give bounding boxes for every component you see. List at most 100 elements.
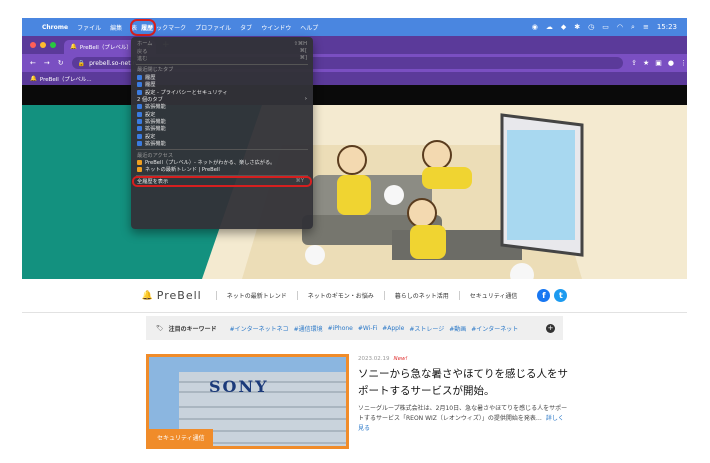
article-thumbnail[interactable]: SONY セキュリティ通信 — [146, 354, 349, 449]
site-logo[interactable]: 🔔 PreBell — [142, 289, 202, 302]
history-menu-item[interactable]: 拡張機能 — [131, 125, 313, 132]
dropbox-icon[interactable]: ◆ — [561, 23, 566, 31]
favicon-icon — [137, 111, 142, 117]
mac-menu-bar: Chrome ファイル 編集 表 履歴 ックマーク プロファイル タブ ウインド… — [22, 18, 687, 36]
sidebar-icon[interactable]: ▣ — [655, 59, 662, 67]
record-icon[interactable]: ◉ — [532, 23, 538, 31]
favicon-icon — [137, 119, 142, 125]
favicon-icon — [137, 167, 142, 173]
keyword-bar: 🏷 注目のキーワード #インターネットネコ #通信環境 #iPhone #Wi-… — [146, 316, 563, 340]
control-center-icon[interactable]: ≡ — [643, 23, 649, 31]
article-title[interactable]: ソニーから急な暑さやほてりを感じる人をサポートするサービスが開始。 — [358, 366, 568, 400]
menu-item-label: PreBell（プレベル）- ネットがわかる、楽しさ広がる。 — [145, 160, 276, 167]
menu-bookmarks[interactable]: ックマーク — [156, 23, 186, 32]
screen: Chrome ファイル 編集 表 履歴 ックマーク プロファイル タブ ウインド… — [0, 0, 710, 463]
top-band — [22, 85, 687, 105]
menu-section-heading: 最近のアクセス — [131, 151, 313, 159]
profile-icon[interactable]: ● — [668, 59, 674, 67]
keyword-link[interactable]: #動画 — [449, 324, 466, 333]
article-excerpt: ソニーグループ株式会社は、2月10日、急な暑さやほてりを感じる人をサポートするサ… — [358, 404, 568, 434]
article-card[interactable]: SONY セキュリティ通信 2023.02.19 New! ソニーから急な暑さやほ… — [146, 354, 568, 449]
history-menu-item[interactable]: 履歴 — [131, 81, 313, 88]
history-menu-item[interactable]: ネットの最新トレンド | PreBell — [131, 166, 313, 173]
category-badge[interactable]: セキュリティ通信 — [149, 429, 213, 446]
history-menu-item[interactable]: 設定 - プライバシーとセキュリティ — [131, 88, 313, 96]
facebook-icon[interactable]: f — [537, 289, 551, 302]
menu-item-label: 最近のアクセス — [137, 152, 174, 159]
menu-item-label: 拡張機能 — [145, 126, 166, 133]
keyword-link[interactable]: #インターネットネコ — [230, 324, 289, 333]
history-menu-item[interactable]: 拡張機能 — [131, 103, 313, 110]
bell-icon: 🔔 — [141, 290, 154, 301]
favicon-icon — [137, 133, 142, 139]
menu-section-heading: 最近閉じたタブ — [131, 66, 313, 73]
menu-window[interactable]: ウインドウ — [261, 23, 291, 32]
menu-item-label: 最近閉じたタブ — [137, 67, 174, 74]
minimize-window-button[interactable] — [40, 42, 46, 48]
tag-icon: 🏷 — [156, 324, 164, 332]
new-badge: New! — [393, 356, 408, 362]
zoom-window-button[interactable] — [50, 42, 56, 48]
favicon-icon — [137, 74, 142, 80]
tab-strip: 🔔 PreBell（プレベル） × + — [22, 36, 687, 54]
history-menu-item[interactable]: 拡張機能 — [131, 140, 313, 147]
bookmark-prebell[interactable]: PreBell（プレベル... — [40, 75, 92, 83]
history-menu-item[interactable]: 戻る ⌘[ — [131, 47, 313, 55]
history-menu-item[interactable]: 拡張機能 — [131, 118, 313, 125]
menu-separator — [136, 175, 308, 177]
history-menu-item[interactable]: ホーム ⇧⌘H — [131, 40, 313, 48]
menu-item-label: 設定 - プライバシーとセキュリティ — [145, 89, 228, 96]
favicon-icon — [137, 104, 142, 110]
star-icon[interactable]: ★ — [643, 59, 649, 67]
keyword-link[interactable]: #iPhone — [328, 325, 353, 332]
app-menu-chrome[interactable]: Chrome — [42, 24, 68, 31]
nav-life[interactable]: 暮らしのネット活用 — [383, 291, 459, 300]
close-window-button[interactable] — [30, 42, 36, 48]
traffic-lights — [30, 42, 56, 48]
history-menu-item[interactable]: 進む ⌘] — [131, 55, 313, 62]
back-icon[interactable]: ← — [30, 59, 36, 67]
lock-icon: 🔒 — [77, 59, 86, 67]
history-dropdown: ホーム ⇧⌘H 戻る ⌘[進む ⌘] 最近閉じたタブ 履歴 履歴 設定 - プライバシーとセキュ… — [131, 37, 313, 229]
menu-item-shortcut: ⌘] — [299, 55, 307, 62]
keyword-link[interactable]: #ストレージ — [409, 324, 444, 333]
clock-text: 15:23 — [656, 23, 677, 31]
status-area: ◉ ☁ ◆ ✱ ◷ ▭ ◠ ⌕ ≡ 15:23 — [532, 23, 677, 32]
keyword-link[interactable]: #インターネット — [471, 324, 518, 333]
menu-profile[interactable]: プロファイル — [195, 23, 231, 32]
history-menu-item[interactable]: 履歴 — [131, 74, 313, 81]
reload-icon[interactable]: ↻ — [58, 59, 64, 67]
keyword-link[interactable]: #Wi-Fi — [358, 325, 377, 332]
bell-icon: 🔔 — [70, 44, 77, 50]
wifi-icon[interactable]: ◠ — [617, 23, 623, 31]
keyword-link[interactable]: #通信環境 — [294, 324, 323, 333]
keyword-link[interactable]: #Apple — [382, 325, 404, 332]
history-menu-item[interactable]: 2 個のタブ › — [131, 96, 313, 103]
more-icon[interactable]: ⋮ — [680, 59, 687, 67]
bell-icon: 🔔 — [30, 75, 37, 82]
plus-icon[interactable]: + — [546, 323, 555, 333]
nav-trend[interactable]: ネットの最新トレンド — [215, 291, 297, 300]
bluetooth-icon[interactable]: ✱ — [574, 23, 580, 31]
menu-help[interactable]: ヘルプ — [300, 23, 318, 32]
clock-icon[interactable]: ◷ — [588, 23, 594, 31]
history-menu-item[interactable]: 設定 — [131, 111, 313, 118]
search-icon[interactable]: ⌕ — [631, 23, 635, 32]
nav-security[interactable]: セキュリティ通信 — [458, 291, 528, 300]
twitter-icon[interactable]: t — [554, 289, 568, 302]
share-icon[interactable]: ⇪ — [631, 59, 637, 67]
menu-edit[interactable]: 編集 — [110, 23, 122, 32]
forward-icon[interactable]: → — [44, 59, 50, 67]
menu-file[interactable]: ファイル — [77, 23, 101, 32]
excerpt-text: ソニーグループ株式会社は、2月10日、急な暑さやほてりを感じる人をサポートするサ… — [358, 405, 568, 422]
menu-item-label: 拡張機能 — [145, 119, 166, 126]
nav-questions[interactable]: ネットのギモン・お悩み — [296, 291, 384, 300]
show-all-history-item[interactable]: 全履歴を表示 ⌘Y — [132, 175, 312, 188]
cloud-icon[interactable]: ☁ — [546, 23, 553, 31]
menu-tab[interactable]: タブ — [240, 23, 252, 32]
history-menu-item[interactable]: 設定 — [131, 133, 313, 140]
site-nav: 🔔 PreBell ネットの最新トレンド ネットのギモン・お悩み 暮らしのネット… — [22, 279, 687, 313]
menu-item-label: 2 個のタブ — [137, 96, 163, 103]
battery-icon[interactable]: ▭ — [602, 23, 609, 31]
history-menu-item[interactable]: PreBell（プレベル）- ネットがわかる、楽しさ広がる。 — [131, 159, 313, 166]
